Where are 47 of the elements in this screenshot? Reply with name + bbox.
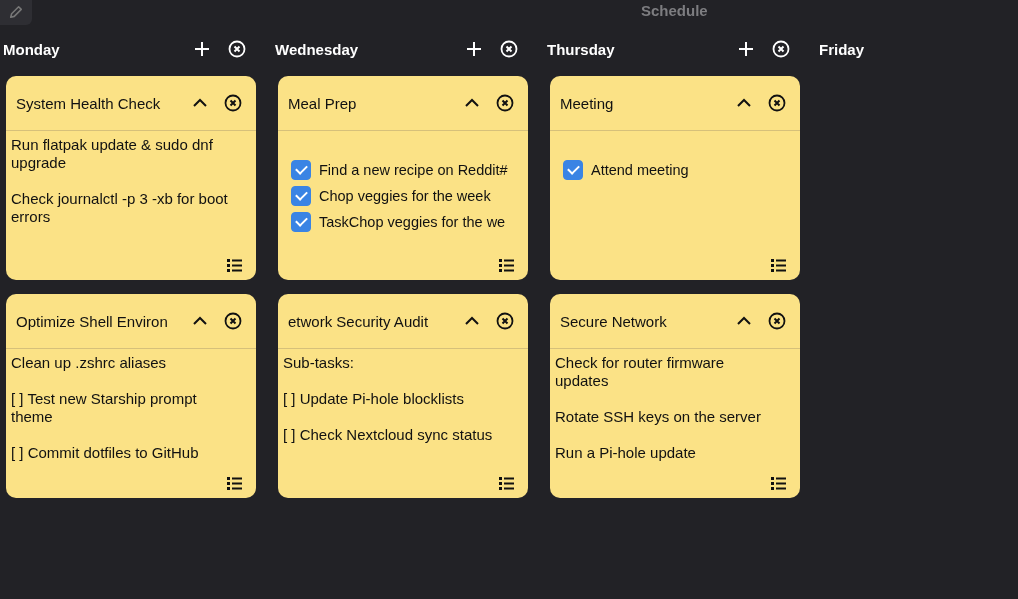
note-text: [ ] Commit dotfiles to GitHub xyxy=(11,444,200,462)
note-text: [ ] Test new Starship prompt theme xyxy=(11,390,198,426)
checkbox[interactable] xyxy=(563,160,583,180)
close-icon[interactable] xyxy=(224,94,242,112)
add-icon[interactable] xyxy=(738,41,754,57)
note-text: [ ] Check Nextcloud sync status xyxy=(283,426,494,444)
note-title: Meeting xyxy=(560,94,615,112)
day-heading: Thursday xyxy=(547,40,616,58)
note-text: Check journalctl -p 3 -xb for boot errors xyxy=(11,190,229,226)
checkbox[interactable] xyxy=(291,186,311,206)
list-icon[interactable] xyxy=(771,476,786,490)
day-heading: Wednesday xyxy=(275,40,360,58)
app-title: Schedule xyxy=(641,2,708,19)
list-icon[interactable] xyxy=(227,258,242,272)
note-title: Secure Network xyxy=(560,312,668,330)
note-text: [ ] Update Pi-hole blocklists xyxy=(283,390,465,408)
day-heading: Monday xyxy=(3,40,61,58)
list-icon[interactable] xyxy=(771,258,786,272)
day-heading: Friday xyxy=(819,40,865,58)
list-icon[interactable] xyxy=(499,476,514,490)
close-icon[interactable] xyxy=(224,312,242,330)
note-text: Check for router firmware updates xyxy=(555,354,726,390)
pencil-icon xyxy=(9,5,23,19)
note-text: Rotate SSH keys on the server xyxy=(555,408,762,426)
note-title: Optimize Shell Environ xyxy=(16,312,169,330)
list-icon[interactable] xyxy=(499,258,514,272)
checkbox[interactable] xyxy=(291,212,311,232)
checkbox[interactable] xyxy=(291,160,311,180)
note-text: Clean up .zshrc aliases xyxy=(11,354,168,372)
task-label: Chop veggies for the week xyxy=(319,188,491,204)
close-icon[interactable] xyxy=(496,94,514,112)
close-icon[interactable] xyxy=(496,312,514,330)
close-icon[interactable] xyxy=(768,94,786,112)
add-icon[interactable] xyxy=(194,41,210,57)
note-title: Meal Prep xyxy=(288,94,358,112)
note-text: Run a Pi-hole update xyxy=(555,444,697,462)
task-label: Attend meeting xyxy=(591,162,689,178)
list-icon[interactable] xyxy=(227,476,242,490)
task-label: Find a new recipe on Reddit# xyxy=(319,162,508,178)
add-icon[interactable] xyxy=(466,41,482,57)
task-label: TaskChop veggies for the we xyxy=(319,214,506,230)
note-title: System Health Check xyxy=(16,94,162,112)
note-title: etwork Security Audit xyxy=(288,312,430,330)
note-text: Sub-tasks: xyxy=(283,354,355,372)
edit-button[interactable] xyxy=(0,0,32,25)
note-text: Run flatpak update & sudo dnf upgrade xyxy=(11,136,214,172)
close-icon[interactable] xyxy=(768,312,786,330)
